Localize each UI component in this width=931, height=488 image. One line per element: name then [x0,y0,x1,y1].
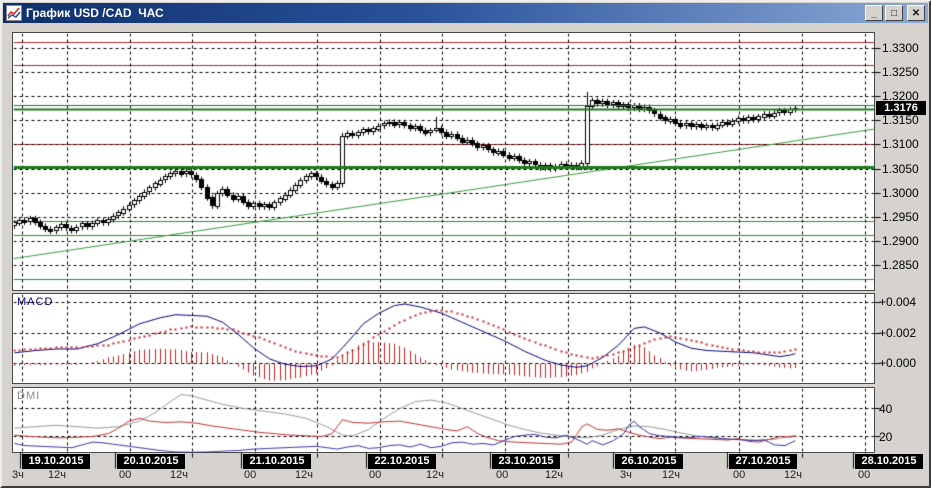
time-label: 00 [369,469,382,481]
time-label: 12ч [48,469,66,481]
time-label: 12ч [295,469,313,481]
price-axis-label: 1.2950 [882,209,919,224]
time-label: 12ч [426,469,444,481]
time-label: 00 [496,469,509,481]
time-label: 00 [119,469,132,481]
date-label: 19.10.2015 [22,454,90,469]
date-label: 20.10.2015 [117,454,185,469]
date-label: 26.10.2015 [615,454,683,469]
price-axis-label: 1.3000 [882,185,919,200]
time-label: 12ч [784,469,802,481]
macd-axis-label: +0.002 [879,325,917,340]
price-axis-label: 1.3250 [882,65,919,80]
macd-axis-label: +0.004 [879,295,917,309]
time-label: 3ч [620,469,632,481]
time-label: 3ч [12,469,24,481]
date-label: 23.10.2015 [492,454,560,469]
time-label: 00 [858,469,871,481]
price-axis-label: 1.3100 [882,137,919,152]
time-label: 00 [733,469,746,481]
time-label: 00 [244,469,257,481]
date-label: 21.10.2015 [243,454,311,469]
price-axis-label: 1.3150 [882,113,919,128]
chart-canvas[interactable] [2,2,929,486]
price-axis-label: 1.3300 [882,41,919,55]
date-label: 28.10.2015 [855,454,923,469]
macd-axis-label: +0.000 [879,356,917,370]
date-label: 22.10.2015 [368,454,436,469]
current-price-tag: 1.3176 [876,100,926,115]
time-label: 12ч [545,469,563,481]
app-window: График USD /CAD ЧАС _ □ ✕ MACD DMI 1.330… [0,0,931,488]
dmi-axis-label: 40 [879,402,893,416]
date-label: 27.10.2015 [729,454,797,469]
price-axis-label: 1.2850 [882,257,919,272]
price-axis-label: 1.2900 [882,233,919,248]
time-label: 12ч [170,469,188,481]
price-axis-label: 1.3050 [882,161,919,176]
dmi-axis-label: 20 [879,430,893,444]
time-label: 12ч [662,469,680,481]
